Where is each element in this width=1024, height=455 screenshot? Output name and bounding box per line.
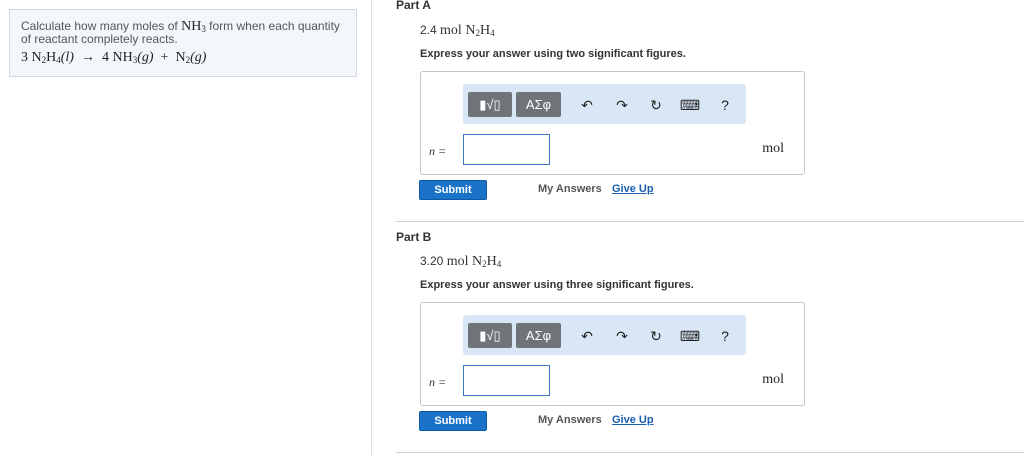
part-a-unit: mol — [762, 141, 784, 156]
redo-icon[interactable]: ↷ — [612, 326, 632, 346]
reaction-equation: 3 N2H4(l) → 4 NH3(g) + N2(g) — [21, 50, 207, 65]
problem-text: Calculate how many moles of NH3 form whe… — [21, 20, 351, 46]
problem-statement-box: Calculate how many moles of NH3 form whe… — [9, 9, 357, 77]
templates-button[interactable]: ▮√▯ — [468, 323, 512, 348]
n-label: n = — [429, 375, 447, 389]
part-a-my-answers-link[interactable]: My Answers — [538, 183, 602, 195]
part-a-submit-button[interactable]: Submit — [419, 180, 487, 200]
part-a-instruction: Express your answer using two significan… — [420, 48, 686, 60]
symbols-button[interactable]: ΑΣφ — [516, 92, 561, 117]
part-b-give-up-link[interactable]: Give Up — [612, 414, 654, 426]
reset-icon[interactable]: ↻ — [646, 95, 666, 115]
part-b-my-answers-link[interactable]: My Answers — [538, 414, 602, 426]
templates-button[interactable]: ▮√▯ — [468, 92, 512, 117]
part-a-title: Part A — [396, 0, 431, 12]
keyboard-icon[interactable]: ⌨ — [680, 326, 700, 346]
part-divider-bottom — [396, 452, 1024, 453]
redo-icon[interactable]: ↷ — [612, 95, 632, 115]
n-label: n = — [429, 144, 447, 158]
part-b-math-toolbar: ▮√▯ ΑΣφ ↶ ↷ ↻ ⌨ ? — [463, 315, 746, 355]
problem-formula: NH3 — [181, 19, 206, 34]
keyboard-icon[interactable]: ⌨ — [680, 95, 700, 115]
part-b-instruction: Express your answer using three signific… — [420, 279, 694, 291]
part-b-unit: mol — [762, 372, 784, 387]
part-a-answer-box: ▮√▯ ΑΣφ ↶ ↷ ↻ ⌨ ? n = mol — [420, 71, 805, 175]
part-b-answer-input[interactable] — [463, 365, 550, 396]
symbols-button[interactable]: ΑΣφ — [516, 323, 561, 348]
undo-icon[interactable]: ↶ — [577, 95, 597, 115]
undo-icon[interactable]: ↶ — [577, 326, 597, 346]
part-a-give-up-link[interactable]: Give Up — [612, 183, 654, 195]
part-divider — [396, 221, 1024, 222]
help-icon[interactable]: ? — [715, 326, 735, 346]
problem-panel: Calculate how many moles of NH3 form whe… — [0, 0, 372, 455]
part-b-title: Part B — [396, 230, 432, 244]
part-a-math-toolbar: ▮√▯ ΑΣφ ↶ ↷ ↻ ⌨ ? — [463, 84, 746, 124]
help-icon[interactable]: ? — [715, 95, 735, 115]
part-a-answer-input[interactable] — [463, 134, 550, 165]
part-b-submit-button[interactable]: Submit — [419, 411, 487, 431]
part-b-answer-box: ▮√▯ ΑΣφ ↶ ↷ ↻ ⌨ ? n = mol — [420, 302, 805, 406]
reset-icon[interactable]: ↻ — [646, 326, 666, 346]
problem-text-start: Calculate how many moles of — [21, 19, 178, 33]
part-a-prompt: 2.4 mol N2H4 — [420, 23, 495, 38]
part-b-prompt: 3.20 mol N2H4 — [420, 254, 502, 269]
